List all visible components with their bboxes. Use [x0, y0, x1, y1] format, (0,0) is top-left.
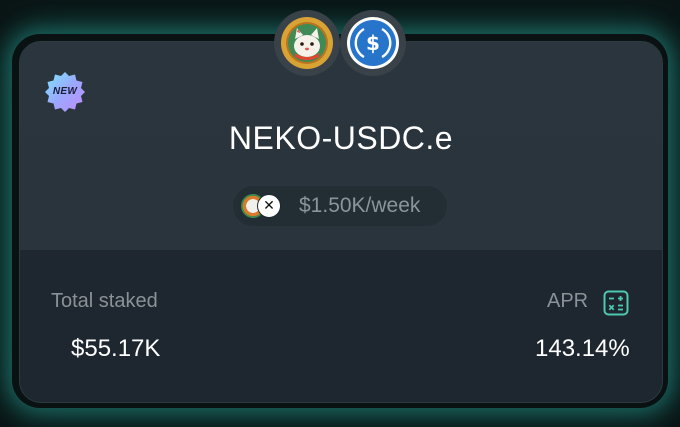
reward-token-icons: ✕ — [241, 194, 289, 218]
neko-cat-token-icon — [281, 17, 333, 69]
calculator-icon[interactable] — [603, 290, 629, 316]
apr-label: APR — [547, 290, 589, 312]
x-reward-icon: ✕ — [257, 194, 281, 218]
card-stats-section — [20, 250, 662, 402]
new-badge: NEW — [43, 70, 87, 114]
reward-rate-text: $1.50K/week — [299, 194, 421, 217]
apr-value: 143.14% — [535, 335, 630, 362]
pair-title: NEKO-USDC.e — [228, 120, 454, 156]
card-header-section: NEW NEKO-USDC.e ✕ $1.50K/week — [20, 42, 662, 250]
neko-token-coin — [274, 10, 340, 76]
new-badge-label: NEW — [52, 86, 78, 97]
reward-rate-pill: ✕ $1.50K/week — [233, 186, 447, 226]
usdc-token-icon: $ — [347, 17, 399, 69]
usdc-token-coin: $ — [340, 10, 406, 76]
svg-text:$: $ — [366, 31, 380, 55]
total-staked-value: $55.17K — [71, 335, 161, 362]
total-staked-label: Total staked — [51, 290, 158, 312]
